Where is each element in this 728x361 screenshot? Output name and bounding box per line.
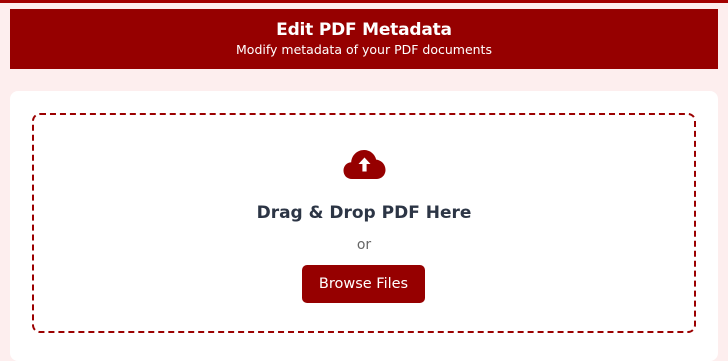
page-subtitle: Modify metadata of your PDF documents [236,42,492,57]
upload-card: Drag & Drop PDF Here or Browse Files [10,91,718,361]
page-header: Edit PDF Metadata Modify metadata of you… [10,9,718,69]
dropzone-title: Drag & Drop PDF Here [256,203,472,223]
pdf-dropzone[interactable]: Drag & Drop PDF Here or Browse Files [32,113,696,333]
top-accent-strip [0,0,728,3]
or-separator-label: or [356,237,372,253]
page-title: Edit PDF Metadata [276,20,452,40]
cloud-upload-icon [343,150,386,179]
browse-files-button[interactable]: Browse Files [302,265,425,303]
